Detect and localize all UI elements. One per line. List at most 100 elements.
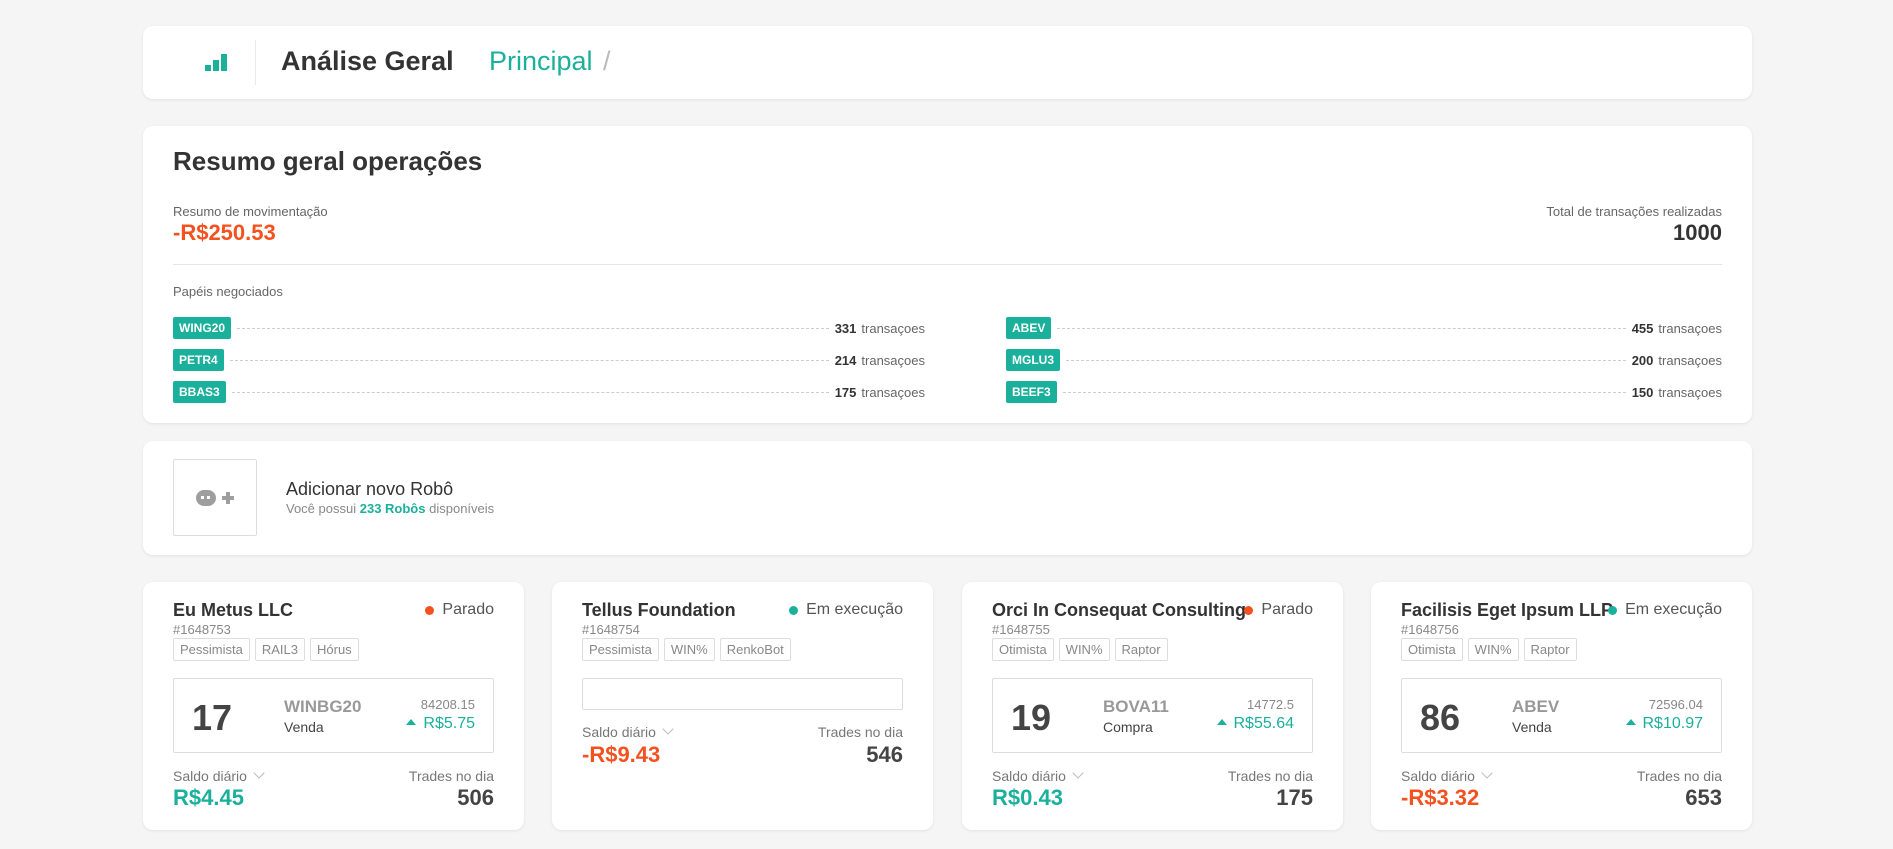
resumo-card: Resumo geral operações Resumo de movimen… — [143, 126, 1752, 423]
trades-label: Trades no dia — [1636, 768, 1722, 784]
paper-count: 200 — [1631, 352, 1654, 368]
subtitle-prefix: Você possui — [286, 501, 357, 516]
paper-unit: transaçoes — [861, 384, 925, 400]
status-label: Em execução — [806, 601, 903, 618]
saldo-diario-toggle[interactable]: Saldo diário — [1401, 767, 1493, 784]
paper-ticker-tag[interactable]: BBAS3 — [173, 381, 226, 403]
breadcrumb-principal[interactable]: Principal — [489, 46, 593, 77]
robots-available-count: 233 Robôs — [359, 501, 426, 516]
robot-card[interactable]: Orci In Consequat Consulting Parado #164… — [962, 582, 1343, 830]
add-robot-title[interactable]: Adicionar novo Robô — [286, 479, 453, 500]
paper-unit: transaçoes — [861, 320, 925, 336]
saldo-diario-toggle[interactable]: Saldo diário — [582, 723, 674, 740]
robot-id: #1648753 — [173, 622, 231, 637]
change-value: R$55.64 — [1233, 715, 1295, 732]
saldo-label: Saldo diário — [173, 768, 247, 784]
dashed-leader — [231, 391, 829, 393]
saldo-label: Saldo diário — [992, 768, 1066, 784]
status-dot — [1244, 605, 1254, 615]
bar-chart-icon[interactable] — [203, 53, 235, 73]
paper-ticker-tag[interactable]: MGLU3 — [1006, 349, 1060, 371]
paper-ticker-tag[interactable]: PETR4 — [173, 349, 224, 371]
dashed-leader — [1066, 359, 1626, 361]
chevron-down-icon[interactable] — [1481, 767, 1493, 779]
position-side: Compra — [1103, 719, 1153, 735]
paper-unit: transaçoes — [1658, 352, 1722, 368]
saldo-diario-toggle[interactable]: Saldo diário — [173, 767, 265, 784]
robot-tag: Pessimista — [582, 638, 659, 661]
robot-id: #1648755 — [992, 622, 1050, 637]
dashed-leader — [1057, 327, 1626, 329]
paper-unit: transaçoes — [861, 352, 925, 368]
robot-name: Facilisis Eget Ipsum LLP — [1401, 600, 1614, 620]
papeis-label: Papéis negociados — [173, 284, 283, 299]
saldo-label: Saldo diário — [582, 724, 656, 740]
robot-id: #1648756 — [1401, 622, 1459, 637]
breadcrumb-separator: / — [603, 46, 611, 76]
add-robot-card[interactable]: Adicionar novo Robô Você possui 233 Robô… — [143, 441, 1752, 555]
robot-tag: WIN% — [663, 638, 715, 661]
chevron-down-icon[interactable] — [662, 723, 674, 735]
paper-count: 214 — [834, 352, 857, 368]
status-label: Em execução — [1625, 601, 1722, 618]
header-bar: Análise Geral / Principal — [143, 26, 1752, 99]
total-transacoes-value: 1000 — [1673, 220, 1722, 245]
position-change: R$10.97 — [1625, 715, 1704, 733]
open-position-empty — [582, 678, 903, 710]
robot-name: Orci In Consequat Consulting — [992, 600, 1247, 620]
chevron-down-icon[interactable] — [1072, 767, 1084, 779]
position-side: Venda — [1512, 719, 1552, 735]
subtitle-suffix: disponíveis — [429, 501, 495, 516]
dashed-leader — [1062, 391, 1626, 393]
arrow-up-icon — [1625, 718, 1636, 725]
resumo-divider — [173, 264, 1722, 265]
position-price: 72596.04 — [1648, 697, 1703, 712]
add-robot-button[interactable] — [173, 459, 257, 536]
position-quantity: 17 — [192, 697, 233, 738]
paper-ticker-tag[interactable]: ABEV — [1006, 317, 1052, 339]
robot-tag: Raptor — [1523, 638, 1577, 661]
page-title: Análise Geral — [281, 46, 454, 76]
open-position: 19 BOVA11 Compra 14772.5 R$55.64 — [992, 678, 1313, 753]
trades-value: 175 — [1276, 785, 1313, 810]
paper-unit: transaçoes — [1658, 384, 1722, 400]
paper-row: BBAS3 175 transaçoes — [173, 381, 925, 403]
robot-tags: Otimista WIN% Raptor — [992, 638, 1168, 661]
robot-tag: Pessimista — [173, 638, 250, 661]
robot-name: Eu Metus LLC — [173, 600, 293, 620]
paper-row: MGLU3 200 transaçoes — [1006, 349, 1722, 371]
trades-label: Trades no dia — [1227, 768, 1313, 784]
saldo-value: R$4.45 — [173, 785, 244, 810]
trades-label: Trades no dia — [817, 724, 903, 740]
paper-ticker-tag[interactable]: BEEF3 — [1006, 381, 1057, 403]
robot-tags: Pessimista WIN% RenkoBot — [582, 638, 791, 661]
paper-row: WING20 331 transaçoes — [173, 317, 925, 339]
paper-row: PETR4 214 transaçoes — [173, 349, 925, 371]
robot-tags: Otimista WIN% Raptor — [1401, 638, 1577, 661]
robot-card[interactable]: Tellus Foundation Em execução #1648754 P… — [552, 582, 933, 830]
position-ticker: WINBG20 — [284, 697, 362, 716]
robot-tag: Raptor — [1114, 638, 1168, 661]
robot-card[interactable]: Facilisis Eget Ipsum LLP Em execução #16… — [1371, 582, 1752, 830]
paper-count: 455 — [1631, 320, 1654, 336]
position-side: Venda — [284, 719, 324, 735]
chevron-down-icon[interactable] — [253, 767, 265, 779]
robot-card[interactable]: Eu Metus LLC Parado #1648753 Pessimista … — [143, 582, 524, 830]
paper-row: ABEV 455 transaçoes — [1006, 317, 1722, 339]
robot-status: Parado — [1244, 601, 1313, 619]
trades-value: 653 — [1685, 785, 1722, 810]
saldo-value: R$0.43 — [992, 785, 1063, 810]
resumo-title: Resumo geral operações — [173, 146, 483, 176]
saldo-diario-toggle[interactable]: Saldo diário — [992, 767, 1084, 784]
trades-value: 506 — [457, 785, 494, 810]
change-value: R$10.97 — [1642, 715, 1704, 732]
robot-tag: Otimista — [992, 638, 1054, 661]
robot-status: Em execução — [1608, 601, 1722, 619]
robot-status: Em execução — [789, 601, 903, 619]
dashed-leader — [237, 327, 829, 329]
paper-ticker-tag[interactable]: WING20 — [173, 317, 232, 339]
status-dot — [1608, 605, 1618, 615]
dashed-leader — [229, 359, 829, 361]
trades-label: Trades no dia — [408, 768, 494, 784]
paper-count: 150 — [1631, 384, 1654, 400]
